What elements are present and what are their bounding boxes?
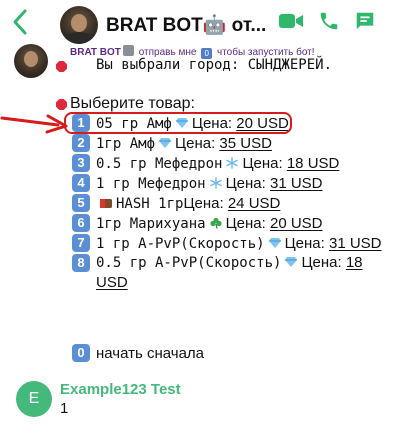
product-name: 1гр Марихуана	[96, 215, 206, 232]
user-message-text: 1	[60, 400, 69, 417]
price-label: Цена:	[175, 134, 220, 152]
keycap-icon: 3	[72, 154, 90, 172]
stop-sign-icon	[56, 61, 67, 72]
keycap-icon: 5	[72, 194, 90, 212]
gem-icon	[285, 257, 298, 267]
product-text: 1 гр Мефедрон Цена: 31 USD	[96, 175, 323, 192]
product-item[interactable]: 4 1 гр Мефедрон Цена: 31 USD	[72, 173, 392, 193]
chat-header: BRAT BOT🤖 от...	[0, 0, 401, 48]
chat-icon[interactable]	[354, 10, 376, 32]
price-value: 18 USD	[286, 154, 340, 172]
price-label: Цена:	[183, 194, 228, 212]
product-item[interactable]: 3 0.5 гр Мефедрон Цена: 18 USD	[72, 153, 392, 173]
product-text: 0.5 гр A-PvP(Скорость) Цена: 18 USD	[96, 253, 392, 293]
price-label: Цена:	[301, 254, 346, 271]
product-name: 1 гр A-PvP(Скорость)	[96, 235, 265, 252]
product-name: 0.5 гр A-PvP(Скорость)	[96, 255, 282, 271]
product-name: 1гр Амф	[96, 135, 156, 152]
price-value: 24 USD	[227, 194, 281, 212]
product-item[interactable]: 7 1 гр A-PvP(Скорость) Цена: 31 USD	[72, 233, 392, 253]
price-value: 35 USD	[219, 134, 272, 152]
product-text: 1гр Марихуана Цена: 20 USD	[96, 215, 323, 232]
chevron-left-icon[interactable]	[8, 6, 32, 38]
shamrock-icon	[209, 217, 222, 229]
user-name[interactable]: Example123 Test	[60, 381, 181, 398]
product-text: 1гр Амф Цена: 35 USD	[96, 135, 272, 152]
restart-text: начать сначала	[96, 344, 205, 362]
video-icon[interactable]	[278, 10, 304, 32]
user-avatar[interactable]: E	[16, 381, 52, 417]
keycap-icon: 4	[72, 174, 90, 192]
product-list: 1 05 гр Амф Цена: 20 USD 2 1гр Амф Цена: 35 U…	[72, 113, 392, 293]
keycap-icon: 6	[72, 214, 90, 232]
product-item[interactable]: 6 1гр Марихуана Цена: 20 USD	[72, 213, 392, 233]
keycap-icon: 2	[72, 134, 90, 152]
price-label: Цена:	[225, 174, 270, 192]
keycap-icon: 7	[72, 234, 90, 252]
product-item[interactable]: 2 1гр Амф Цена: 35 USD	[72, 133, 392, 153]
gem-icon	[268, 237, 281, 248]
choose-product-heading: Выберите товар:	[70, 95, 195, 112]
product-text: 0.5 гр Мефедрон Цена: 18 USD	[96, 155, 339, 172]
snowflake-icon	[209, 176, 222, 189]
price-value: 31 USD	[269, 174, 323, 192]
chocolate-icon	[100, 198, 112, 208]
price-label: Цена:	[284, 234, 329, 252]
product-name: 0.5 гр Мефедрон	[96, 155, 223, 172]
price-value: 20 USD	[269, 214, 323, 232]
city-selected-text: Вы выбрали город: СЫНДЖЕРЕЙ.	[96, 57, 333, 73]
product-name: HASH 1гр	[116, 195, 184, 212]
price-value: 31 USD	[328, 234, 382, 252]
keycap-icon: 0	[72, 344, 90, 362]
product-name: 1 гр Мефедрон	[96, 175, 206, 192]
price-label: Цена:	[242, 154, 287, 172]
product-item[interactable]: 5 HASH 1грЦена: 24 USD	[72, 193, 392, 213]
diamond-icon	[159, 137, 172, 148]
phone-icon[interactable]	[318, 10, 340, 32]
product-item[interactable]: 8 0.5 гр A-PvP(Скорость) Цена: 18 USD	[72, 253, 392, 293]
chat-title[interactable]: BRAT BOT🤖 от...	[106, 13, 266, 37]
red-arrow-annotation	[0, 114, 68, 134]
snowflake-icon	[226, 156, 239, 169]
bot-message-avatar[interactable]	[14, 44, 48, 78]
highlight-box-annotation	[64, 112, 292, 134]
product-text: HASH 1грЦена: 24 USD	[96, 195, 280, 212]
product-text: 1 гр A-PvP(Скорость) Цена: 31 USD	[96, 235, 382, 252]
price-label: Цена:	[225, 214, 270, 232]
bot-avatar[interactable]	[60, 6, 98, 44]
keycap-icon: 8	[72, 254, 90, 272]
robot-icon	[122, 45, 134, 56]
restart-option[interactable]: 0 начать сначала	[72, 344, 204, 362]
